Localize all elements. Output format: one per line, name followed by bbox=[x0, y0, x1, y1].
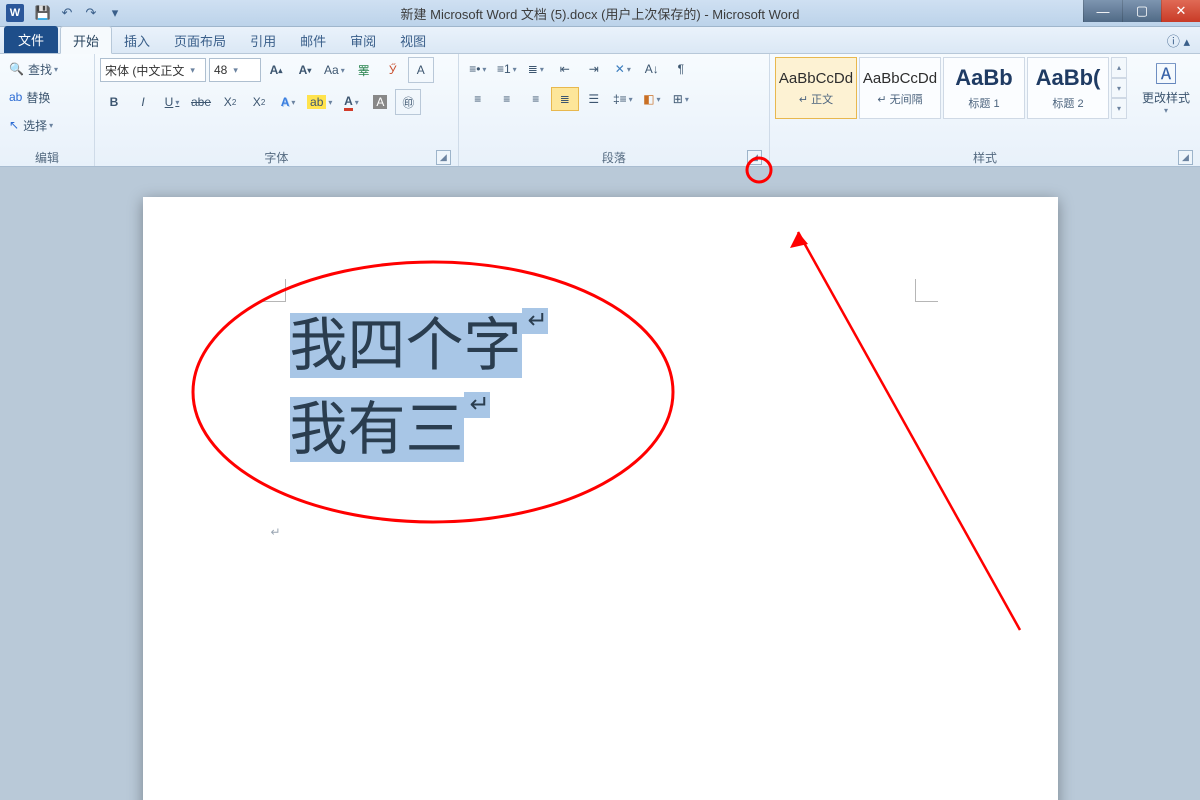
enclose-characters-button[interactable]: ㊞ bbox=[395, 89, 421, 115]
style-gallery-scroll[interactable]: ▴ ▾ ▾ bbox=[1111, 57, 1127, 119]
ribbon-tabs: 文件 开始 插入 页面布局 引用 邮件 审阅 视图 ⓘ ▴ bbox=[0, 27, 1200, 54]
superscript-button[interactable]: X2 bbox=[245, 90, 273, 114]
align-center-button[interactable]: ≡ bbox=[493, 87, 521, 111]
selected-text-line2[interactable]: 我有三 bbox=[290, 397, 464, 462]
style-heading1[interactable]: AaBb 标题 1 bbox=[943, 57, 1025, 119]
save-icon[interactable]: 💾 bbox=[34, 4, 52, 22]
character-border-button[interactable]: A bbox=[408, 57, 434, 83]
borders-button[interactable]: ⊞▾ bbox=[667, 87, 695, 111]
group-label-editing: 编辑 bbox=[5, 148, 89, 166]
group-styles: AaBbCcDd ↵ 正文 AaBbCcDd ↵ 无间隔 AaBb 标题 1 A… bbox=[769, 54, 1200, 166]
margin-mark-tr bbox=[915, 279, 938, 302]
document-workspace: 我四个字 ↵ 我有三 ↵ ↵ bbox=[0, 167, 1200, 800]
gallery-down-icon[interactable]: ▾ bbox=[1111, 78, 1127, 99]
redo-icon[interactable]: ↷ bbox=[82, 4, 100, 22]
font-size-combo[interactable]: 48▾ bbox=[209, 58, 261, 82]
highlight-button[interactable]: ab▾ bbox=[303, 90, 336, 114]
shading-button[interactable]: ◧▾ bbox=[638, 87, 666, 111]
ribbon: 🔍 查找 ▾ ab 替换 ↖ 选择 ▾ 编辑 bbox=[0, 54, 1200, 167]
clear-format-button[interactable]: Ӳ bbox=[379, 58, 407, 82]
font-color-button[interactable]: A▾ bbox=[337, 90, 365, 114]
replace-button[interactable]: ab 替换 bbox=[5, 85, 89, 109]
style-normal[interactable]: AaBbCcDd ↵ 正文 bbox=[775, 57, 857, 119]
maximize-button[interactable]: ▢ bbox=[1122, 0, 1161, 22]
align-right-button[interactable]: ≡ bbox=[522, 87, 550, 111]
find-icon: 🔍 bbox=[9, 62, 24, 76]
tab-home[interactable]: 开始 bbox=[60, 26, 112, 54]
window-title: 新建 Microsoft Word 文档 (5).docx (用户上次保存的) … bbox=[0, 0, 1200, 26]
document-body-text[interactable]: 我四个字 ↵ 我有三 ↵ bbox=[290, 304, 548, 472]
change-styles-icon: 🄰 bbox=[1155, 57, 1177, 89]
decrease-indent-button[interactable]: ⇤ bbox=[551, 57, 579, 81]
find-button[interactable]: 🔍 查找 ▾ bbox=[5, 57, 89, 81]
show-marks-button[interactable]: ¶ bbox=[667, 57, 695, 81]
undo-icon[interactable]: ↶ bbox=[58, 4, 76, 22]
asian-layout-button[interactable]: ✕▾ bbox=[609, 57, 637, 81]
font-name-combo[interactable]: 宋体 (中文正文▾ bbox=[100, 58, 206, 82]
shrink-font-button[interactable]: A▾ bbox=[291, 58, 319, 82]
phonetic-guide-button[interactable]: 睪 bbox=[350, 58, 378, 82]
tab-view[interactable]: 视图 bbox=[388, 27, 438, 53]
tab-insert[interactable]: 插入 bbox=[112, 27, 162, 53]
replace-icon: ab bbox=[9, 90, 22, 104]
ribbon-help-icon[interactable]: ⓘ ▴ bbox=[1167, 31, 1190, 50]
grow-font-button[interactable]: A▴ bbox=[262, 58, 290, 82]
text-effects-button[interactable]: A▾ bbox=[274, 90, 302, 114]
style-heading2[interactable]: AaBb( 标题 2 bbox=[1027, 57, 1109, 119]
minimize-button[interactable]: — bbox=[1083, 0, 1122, 22]
align-justify-button[interactable]: ≣ bbox=[551, 87, 579, 111]
cursor-icon: ↖ bbox=[9, 118, 19, 132]
increase-indent-button[interactable]: ⇥ bbox=[580, 57, 608, 81]
italic-button[interactable]: I bbox=[129, 90, 157, 114]
numbering-button[interactable]: ≡1▾ bbox=[493, 57, 521, 81]
distributed-button[interactable]: ☰ bbox=[580, 87, 608, 111]
bold-button[interactable]: B bbox=[100, 90, 128, 114]
strikethrough-button[interactable]: abe bbox=[187, 90, 215, 114]
close-button[interactable]: ✕ bbox=[1161, 0, 1200, 22]
subscript-button[interactable]: X2 bbox=[216, 90, 244, 114]
tab-review[interactable]: 审阅 bbox=[338, 27, 388, 53]
tab-page-layout[interactable]: 页面布局 bbox=[162, 27, 238, 53]
multilevel-list-button[interactable]: ≣▾ bbox=[522, 57, 550, 81]
line-spacing-button[interactable]: ‡≡▾ bbox=[609, 87, 637, 111]
document-page[interactable]: 我四个字 ↵ 我有三 ↵ ↵ bbox=[143, 197, 1058, 800]
align-left-button[interactable]: ≡ bbox=[464, 87, 492, 111]
gallery-more-icon[interactable]: ▾ bbox=[1111, 98, 1127, 119]
selected-text-line1[interactable]: 我四个字 bbox=[290, 313, 522, 378]
style-no-spacing[interactable]: AaBbCcDd ↵ 无间隔 bbox=[859, 57, 941, 119]
sort-button[interactable]: A↓ bbox=[638, 57, 666, 81]
tab-references[interactable]: 引用 bbox=[238, 27, 288, 53]
bullets-button[interactable]: ≡•▾ bbox=[464, 57, 492, 81]
group-label-font: 字体 ◢ bbox=[100, 148, 453, 166]
group-editing: 🔍 查找 ▾ ab 替换 ↖ 选择 ▾ 编辑 bbox=[0, 54, 94, 166]
paragraph-dialog-launcher[interactable]: ◢ bbox=[747, 150, 762, 165]
qat-customize-icon[interactable]: ▾ bbox=[106, 4, 124, 22]
underline-button[interactable]: U▾ bbox=[158, 90, 186, 114]
font-dialog-launcher[interactable]: ◢ bbox=[436, 150, 451, 165]
tab-mailings[interactable]: 邮件 bbox=[288, 27, 338, 53]
group-label-paragraph: 段落 ◢ bbox=[464, 148, 764, 166]
paragraph-mark-icon: ↵ bbox=[271, 525, 281, 540]
margin-mark-tl bbox=[263, 279, 286, 302]
paragraph-mark-icon: ↵ bbox=[464, 392, 490, 418]
quick-access-toolbar: 💾 ↶ ↷ ▾ bbox=[34, 4, 124, 22]
character-shading-button[interactable]: A bbox=[366, 90, 394, 114]
style-gallery[interactable]: AaBbCcDd ↵ 正文 AaBbCcDd ↵ 无间隔 AaBb 标题 1 A… bbox=[775, 57, 1127, 119]
select-button[interactable]: ↖ 选择 ▾ bbox=[5, 113, 89, 137]
word-app-icon: W bbox=[6, 4, 24, 22]
styles-dialog-launcher[interactable]: ◢ bbox=[1178, 150, 1193, 165]
change-case-button[interactable]: Aa▾ bbox=[320, 58, 349, 82]
title-bar: W 💾 ↶ ↷ ▾ 新建 Microsoft Word 文档 (5).docx … bbox=[0, 0, 1200, 27]
group-font: 宋体 (中文正文▾ 48▾ A▴ A▾ Aa▾ 睪 Ӳ A B I U▾ abe… bbox=[94, 54, 458, 166]
group-paragraph: ≡•▾ ≡1▾ ≣▾ ⇤ ⇥ ✕▾ A↓ ¶ ≡ ≡ ≡ ≣ ☰ ‡≡▾ ◧▾ … bbox=[458, 54, 769, 166]
group-label-styles: 样式 ◢ bbox=[775, 148, 1195, 166]
gallery-up-icon[interactable]: ▴ bbox=[1111, 57, 1127, 78]
window-buttons: — ▢ ✕ bbox=[1083, 0, 1200, 22]
paragraph-mark-icon: ↵ bbox=[522, 308, 548, 334]
tab-file[interactable]: 文件 bbox=[4, 26, 58, 53]
change-styles-button[interactable]: 🄰 更改样式 ▾ bbox=[1137, 57, 1195, 115]
